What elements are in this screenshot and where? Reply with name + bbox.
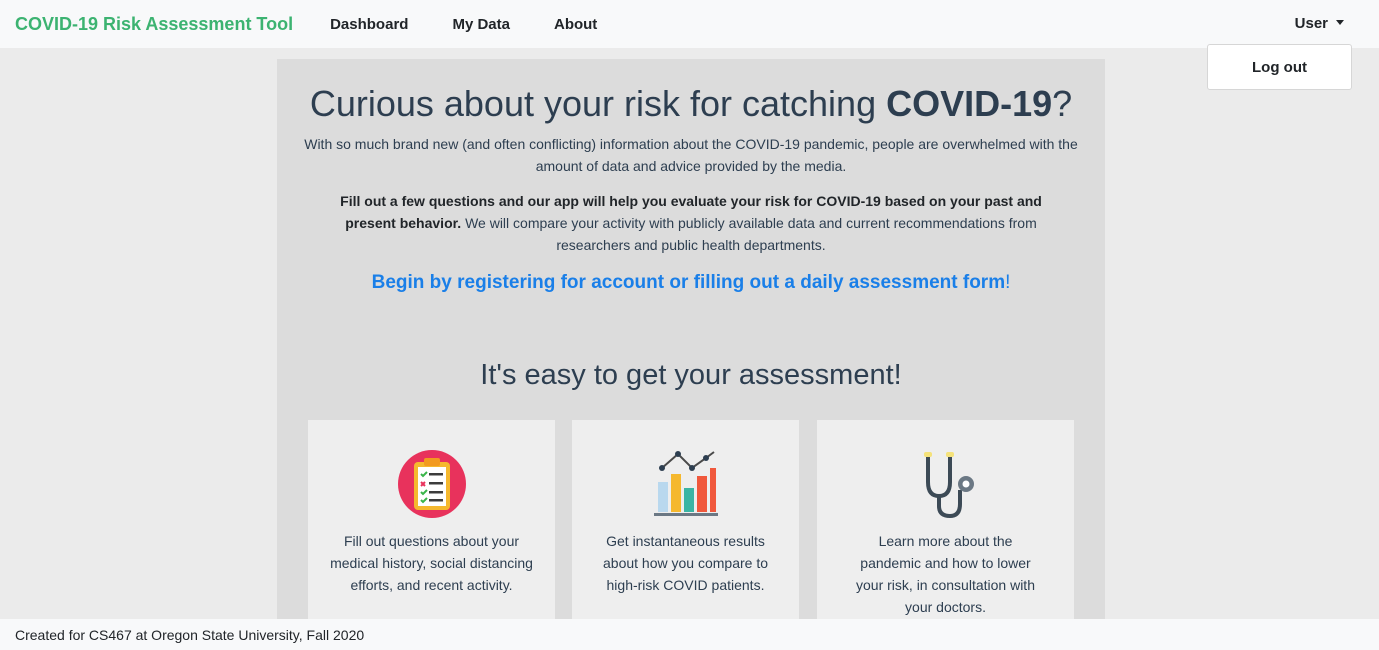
- step-card-questions: Fill out questions about your medical hi…: [308, 420, 555, 620]
- step-card-text: Get instantaneous results about how you …: [603, 533, 768, 593]
- hero-title: Curious about your risk for catching COV…: [277, 83, 1105, 125]
- step-card-text: Fill out questions about your medical hi…: [330, 533, 533, 593]
- intro-paragraph: With so much brand new (and often confli…: [304, 136, 1078, 174]
- call-to-action: Begin by registering for account or fill…: [277, 272, 1105, 294]
- stethoscope-icon: [923, 452, 974, 519]
- main-panel: Curious about your risk for catching COV…: [277, 59, 1105, 629]
- step-card-learn: Learn more about the pandemic and how to…: [817, 420, 1074, 620]
- hero-title-bold: COVID-19: [886, 83, 1053, 124]
- user-label: User: [1294, 15, 1328, 32]
- nav-dashboard[interactable]: Dashboard: [330, 16, 408, 33]
- cta-suffix: !: [1005, 272, 1011, 293]
- nav-about[interactable]: About: [554, 16, 597, 33]
- bar-chart-icon: [653, 451, 718, 516]
- caret-down-icon: [1336, 19, 1344, 25]
- footer: Created for CS467 at Oregon State Univer…: [0, 619, 1379, 650]
- logout-button[interactable]: Log out: [1252, 59, 1307, 76]
- navbar: COVID-19 Risk Assessment Tool Dashboard …: [0, 0, 1379, 48]
- instructions-paragraph: Fill out a few questions and our app wil…: [317, 190, 1065, 256]
- nav-links: Dashboard My Data About: [330, 16, 641, 33]
- clipboard-checklist-icon: [397, 450, 466, 518]
- instructions-rest: We will compare your activity with publi…: [461, 215, 1037, 253]
- step-card-text: Learn more about the pandemic and how to…: [856, 533, 1035, 615]
- register-link[interactable]: Begin by registering for account or fill…: [372, 272, 1005, 293]
- step-card-results: Get instantaneous results about how you …: [572, 420, 799, 620]
- footer-text: Created for CS467 at Oregon State Univer…: [15, 626, 365, 643]
- hero-title-suffix: ?: [1052, 83, 1073, 124]
- user-dropdown-toggle[interactable]: User: [1295, 15, 1344, 32]
- hero-title-prefix: Curious about your risk for catching: [309, 83, 887, 124]
- user-dropdown-menu: Log out: [1207, 44, 1352, 90]
- steps-title: It's easy to get your assessment!: [480, 359, 902, 391]
- brand-link[interactable]: COVID-19 Risk Assessment Tool: [15, 14, 293, 35]
- nav-my-data[interactable]: My Data: [452, 16, 510, 33]
